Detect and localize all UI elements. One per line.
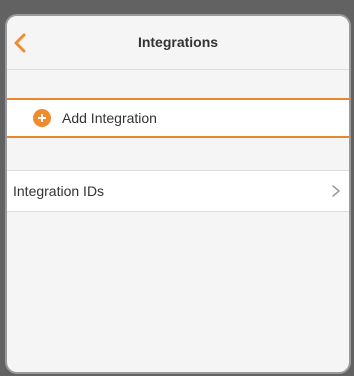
app-window: Integrations Add Integration Integration… bbox=[5, 14, 351, 374]
chevron-left-icon bbox=[14, 33, 26, 53]
plus-circle-icon bbox=[33, 109, 51, 127]
page-title: Integrations bbox=[137, 34, 219, 50]
add-integration-label: Add Integration bbox=[62, 110, 157, 126]
back-button[interactable] bbox=[11, 31, 33, 55]
list-item-integration-ids[interactable]: Integration IDs bbox=[7, 170, 349, 212]
chevron-right-icon bbox=[332, 185, 340, 197]
list-item-label: Integration IDs bbox=[13, 183, 105, 199]
navigation-bar: Integrations bbox=[7, 16, 349, 70]
add-integration-button[interactable]: Add Integration bbox=[7, 98, 349, 138]
